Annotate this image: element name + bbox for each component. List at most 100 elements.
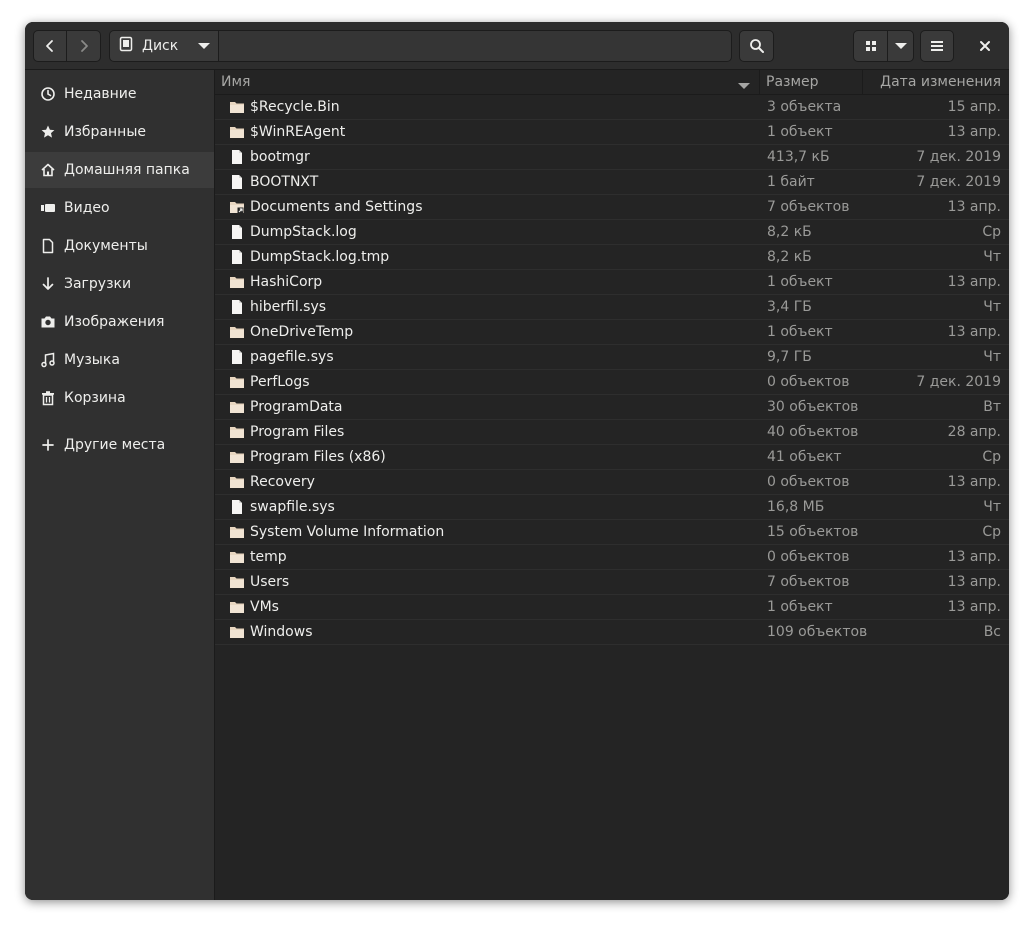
file-size: 1 объект — [767, 324, 833, 340]
file-row[interactable]: VMs 1 объект 13 апр. — [215, 595, 1009, 620]
sidebar-item-recent[interactable]: Недавние — [25, 76, 214, 112]
close-button[interactable] — [969, 30, 1001, 62]
search-icon — [749, 38, 765, 54]
file-row[interactable]: Recovery 0 объектов 13 апр. — [215, 470, 1009, 495]
file-name: Windows — [250, 624, 313, 640]
main-menu-button[interactable] — [920, 30, 954, 62]
file-size: 16,8 МБ — [767, 499, 825, 515]
file-size: 109 объектов — [767, 624, 868, 640]
file-size: 1 объект — [767, 599, 833, 615]
file-name: DumpStack.log — [250, 224, 357, 240]
file-row[interactable]: Program Files 40 объектов 28 апр. — [215, 420, 1009, 445]
file-name: VMs — [250, 599, 279, 615]
column-header-modified[interactable]: Дата изменения — [880, 70, 1001, 94]
folder-icon — [229, 374, 245, 390]
column-header-name[interactable]: Имя — [221, 70, 250, 94]
location-bar-empty-area[interactable] — [219, 30, 732, 62]
video-icon — [40, 200, 56, 216]
sidebar-item-documents[interactable]: Документы — [25, 228, 214, 264]
file-icon — [229, 174, 245, 190]
file-row[interactable]: DumpStack.log 8,2 кБ Ср — [215, 220, 1009, 245]
column-separator[interactable] — [862, 70, 863, 94]
sidebar-item-label: Недавние — [64, 86, 137, 102]
file-row[interactable]: DumpStack.log.tmp 8,2 кБ Чт — [215, 245, 1009, 270]
column-header-bar: Имя Размер Дата изменения — [215, 70, 1009, 95]
sidebar-item-downloads[interactable]: Загрузки — [25, 266, 214, 302]
file-modified-date: 13 апр. — [947, 324, 1001, 340]
folder-icon — [229, 474, 245, 490]
file-name: System Volume Information — [250, 524, 445, 540]
sidebar-item-music[interactable]: Музыка — [25, 342, 214, 378]
column-separator[interactable] — [759, 70, 760, 94]
sidebar-item-pictures[interactable]: Изображения — [25, 304, 214, 340]
home-icon — [40, 162, 56, 178]
sidebar-item-label: Избранные — [64, 124, 146, 140]
file-row[interactable]: bootmgr 413,7 кБ 7 дек. 2019 — [215, 145, 1009, 170]
go-next-icon — [76, 38, 92, 54]
go-previous-icon — [42, 38, 58, 54]
file-row[interactable]: pagefile.sys 9,7 ГБ Чт — [215, 345, 1009, 370]
file-icon — [229, 149, 245, 165]
sidebar-item-trash[interactable]: Корзина — [25, 380, 214, 416]
location-button-disk[interactable]: Диск — [109, 30, 219, 62]
forward-button[interactable] — [66, 30, 101, 62]
sidebar-item-starred[interactable]: Избранные — [25, 114, 214, 150]
back-button[interactable] — [33, 30, 67, 62]
sidebar-item-videos[interactable]: Видео — [25, 190, 214, 226]
file-name: $WinREAgent — [250, 124, 346, 140]
file-name: $Recycle.Bin — [250, 99, 340, 115]
chevron-down-icon — [198, 38, 210, 54]
file-row[interactable]: hiberfil.sys 3,4 ГБ Чт — [215, 295, 1009, 320]
file-row[interactable]: BOOTNXT 1 байт 7 дек. 2019 — [215, 170, 1009, 195]
file-row[interactable]: Documents and Settings 7 объектов 13 апр. — [215, 195, 1009, 220]
folder-icon — [229, 524, 245, 540]
grid-view-button[interactable] — [853, 30, 888, 62]
sort-descending-icon — [738, 78, 750, 94]
folder-icon — [229, 399, 245, 415]
sidebar-item-label: Документы — [64, 238, 148, 254]
file-modified-date: Ср — [982, 524, 1001, 540]
location-label: Диск — [142, 38, 179, 54]
file-icon — [229, 299, 245, 315]
clock-icon — [40, 86, 56, 102]
file-modified-date: Чт — [983, 349, 1001, 365]
star-icon — [40, 124, 56, 140]
file-row[interactable]: System Volume Information 15 объектов Ср — [215, 520, 1009, 545]
file-modified-date: Чт — [983, 499, 1001, 515]
file-name: Documents and Settings — [250, 199, 423, 215]
file-row[interactable]: HashiCorp 1 объект 13 апр. — [215, 270, 1009, 295]
folder-link-icon — [229, 199, 245, 215]
drive-icon — [119, 36, 133, 56]
column-header-size[interactable]: Размер — [766, 70, 819, 94]
file-row[interactable]: $WinREAgent 1 объект 13 апр. — [215, 120, 1009, 145]
folder-icon — [229, 549, 245, 565]
file-size: 9,7 ГБ — [767, 349, 812, 365]
file-row[interactable]: OneDriveTemp 1 объект 13 апр. — [215, 320, 1009, 345]
file-modified-date: 7 дек. 2019 — [916, 374, 1001, 390]
file-row[interactable]: PerfLogs 0 объектов 7 дек. 2019 — [215, 370, 1009, 395]
music-icon — [40, 352, 56, 368]
file-modified-date: 13 апр. — [947, 199, 1001, 215]
sidebar-item-home[interactable]: Домашняя папка — [25, 152, 214, 188]
hamburger-menu-icon — [930, 40, 944, 52]
file-row[interactable]: Users 7 объектов 13 апр. — [215, 570, 1009, 595]
file-row[interactable]: $Recycle.Bin 3 объекта 15 апр. — [215, 95, 1009, 120]
file-row[interactable]: Program Files (x86) 41 объект Ср — [215, 445, 1009, 470]
file-modified-date: 13 апр. — [947, 474, 1001, 490]
file-row[interactable]: temp 0 объектов 13 апр. — [215, 545, 1009, 570]
file-row[interactable]: swapfile.sys 16,8 МБ Чт — [215, 495, 1009, 520]
header-bar: Диск — [25, 22, 1009, 70]
sidebar-item-label: Другие места — [64, 437, 166, 453]
sidebar-item-label: Видео — [64, 200, 110, 216]
file-size: 30 объектов — [767, 399, 859, 415]
search-button[interactable] — [739, 30, 774, 62]
file-row[interactable]: ProgramData 30 объектов Вт — [215, 395, 1009, 420]
folder-icon — [229, 574, 245, 590]
file-row[interactable]: Windows 109 объектов Вс — [215, 620, 1009, 645]
view-options-button[interactable] — [887, 30, 914, 62]
sidebar-item-other-locations[interactable]: Другие места — [25, 427, 214, 463]
file-size: 1 объект — [767, 274, 833, 290]
file-modified-date: Чт — [983, 249, 1001, 265]
document-icon — [40, 238, 56, 254]
file-size: 8,2 кБ — [767, 249, 812, 265]
